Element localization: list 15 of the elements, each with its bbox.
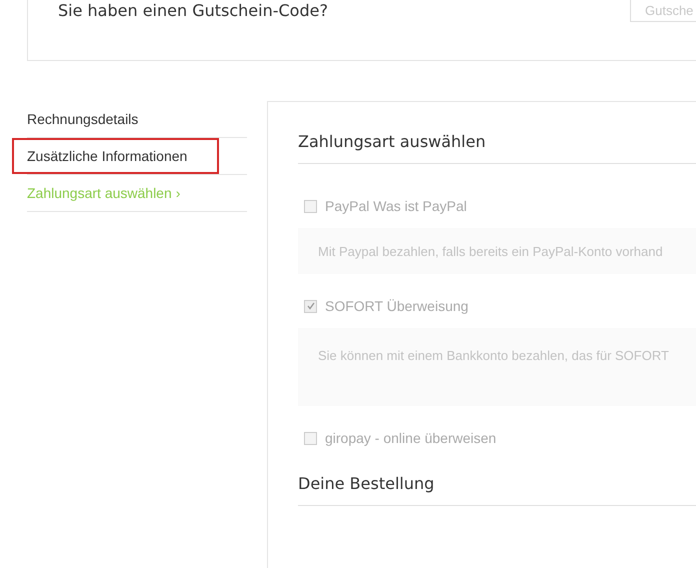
sidebar-step-link[interactable]: Zahlungsart auswählen › bbox=[27, 177, 210, 209]
checkmark-icon bbox=[306, 301, 316, 311]
payment-method-label[interactable]: PayPal Was ist PayPal bbox=[325, 198, 467, 214]
coupon-question: Sie haben einen Gutschein-Code? bbox=[58, 0, 328, 22]
payment-method-label[interactable]: giropay - online überweisen bbox=[325, 430, 496, 446]
sidebar-step-link[interactable]: Zusätzliche Informationen bbox=[14, 140, 218, 172]
payment-checkbox[interactable] bbox=[304, 432, 317, 444]
payment-method-label[interactable]: SOFORT Überweisung bbox=[325, 298, 468, 314]
sidebar-step-link[interactable]: Rechnungsdetails bbox=[27, 103, 168, 135]
section-heading: Zahlungsart auswählen bbox=[298, 132, 696, 164]
payment-checkbox[interactable] bbox=[304, 300, 317, 312]
payment-description-box: Mit Paypal bezahlen, falls bereits ein PayPal-Konto vorhand bbox=[298, 228, 696, 274]
section-heading: Deine Bestellung bbox=[298, 474, 696, 506]
payment-description-box: Sie können mit einem Bankkonto bezahlen, das für SOFORT bbox=[298, 328, 696, 406]
payment-checkbox[interactable] bbox=[304, 200, 317, 212]
